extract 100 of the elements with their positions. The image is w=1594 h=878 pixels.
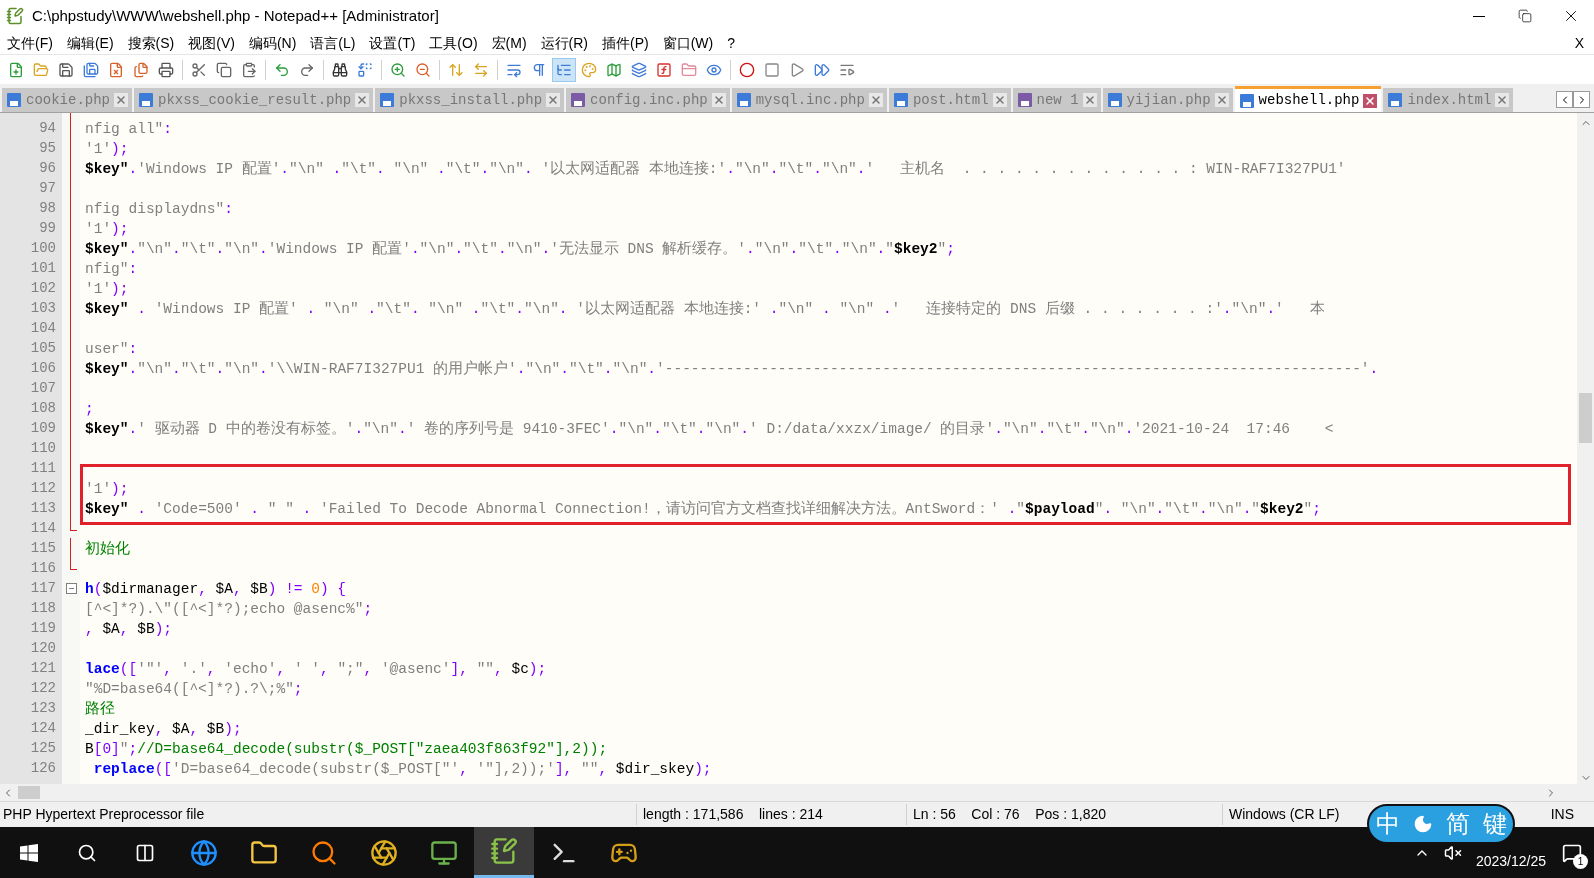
line-number: 115 bbox=[30, 539, 56, 558]
close-icon bbox=[1215, 94, 1228, 106]
tab-close-icon[interactable] bbox=[1363, 93, 1378, 108]
code-line: '1'); bbox=[85, 281, 129, 297]
code-line: ; bbox=[85, 401, 94, 417]
menu-item[interactable]: 窗口(W) bbox=[655, 32, 721, 54]
tab-close-icon[interactable] bbox=[355, 93, 370, 107]
tab-label: mysql.inc.php bbox=[755, 90, 865, 110]
tab-label: post.html bbox=[912, 90, 989, 110]
menu-item[interactable]: 文件(F) bbox=[0, 32, 60, 54]
line-number: 119 bbox=[30, 619, 56, 638]
line-number: 105 bbox=[30, 339, 56, 358]
tab-close-icon[interactable] bbox=[868, 93, 883, 107]
tab-close-icon[interactable] bbox=[546, 93, 561, 107]
taskbar-app[interactable] bbox=[474, 827, 534, 878]
line-number: 112 bbox=[30, 479, 56, 498]
menu-item[interactable]: 编辑(E) bbox=[59, 32, 121, 54]
tab-close-icon[interactable] bbox=[1214, 93, 1229, 107]
close-icon bbox=[547, 94, 560, 106]
fold-minus-icon[interactable] bbox=[65, 582, 77, 594]
open-folder-icon bbox=[33, 61, 49, 78]
code-line: _dir_key, $A, $B); bbox=[85, 721, 242, 737]
tab-label: webshell.php bbox=[1258, 91, 1360, 110]
menu-item[interactable]: 视图(V) bbox=[181, 32, 242, 54]
code-line: '1'); bbox=[85, 141, 129, 157]
code-line: '1'); bbox=[85, 481, 129, 497]
line-number: 113 bbox=[30, 499, 56, 518]
moon-icon[interactable] bbox=[1412, 814, 1433, 834]
tab-close-icon[interactable] bbox=[992, 93, 1007, 107]
line-number: 98 bbox=[39, 199, 56, 218]
tab-label: index.html bbox=[1407, 90, 1492, 110]
tab[interactable]: webshell.php bbox=[1234, 86, 1382, 112]
code-line: replace(['D=base64_decode(substr($_POST["', '"],2));'], "", $dir_skey); bbox=[92, 761, 712, 777]
speaker-muted-icon[interactable] bbox=[1443, 843, 1462, 862]
tab-label: cookie.php bbox=[26, 90, 110, 110]
tab-scroll-left[interactable] bbox=[1556, 91, 1573, 108]
scrollbar-thumb[interactable] bbox=[1579, 393, 1592, 443]
line-number: 109 bbox=[30, 419, 56, 438]
zoom-out-icon bbox=[415, 61, 431, 78]
tab-label: config.inc.php bbox=[590, 90, 708, 110]
notepad-icon bbox=[490, 837, 518, 865]
tab-label: pkxss_install.php bbox=[399, 90, 543, 110]
taskbar-date[interactable]: 2023/12/25 bbox=[1475, 851, 1546, 872]
notification-icon bbox=[1562, 842, 1582, 863]
close-icon bbox=[1083, 94, 1096, 106]
code-line: h($dirmanager, $A, $B) != 0) { bbox=[85, 581, 347, 597]
line-number: 102 bbox=[30, 279, 56, 298]
window-title: C:\phpstudy\WWW\webshell.php - Notepad++ [Administrator] bbox=[32, 5, 439, 26]
tab-scroll-right[interactable] bbox=[1573, 91, 1590, 108]
vertical-scrollbar[interactable] bbox=[1577, 113, 1594, 801]
menu-item[interactable]: 运行(R) bbox=[533, 32, 595, 54]
menu-item[interactable]: 工具(O) bbox=[422, 32, 485, 54]
code-line: $key".' 驱动器 D 中的卷没有标签。'."\n".' 卷的序列号是 9410-3FEC'."\n"."\t"."\n".' D:/data/xxzx/image/ 的目录'."\n"."\t"."\n".'2021-10-24 17:46 < bbox=[85, 421, 1334, 437]
line-number: 103 bbox=[30, 299, 56, 318]
notification-count: 1 bbox=[1573, 853, 1588, 869]
menu-item[interactable]: 插件(P) bbox=[595, 32, 656, 54]
line-number: 111 bbox=[30, 459, 56, 478]
menu-item[interactable]: ? bbox=[720, 32, 743, 54]
line-number: 110 bbox=[30, 439, 56, 458]
menu-item[interactable]: 语言(L) bbox=[303, 32, 363, 54]
line-number: 100 bbox=[30, 239, 56, 258]
code-line: , $A, $B); bbox=[85, 621, 173, 637]
map-icon bbox=[606, 61, 622, 78]
line-number: 120 bbox=[30, 639, 56, 658]
tab-close-icon[interactable] bbox=[711, 93, 726, 107]
line-number: 122 bbox=[30, 679, 56, 698]
line-number: 108 bbox=[30, 399, 56, 418]
new-file-icon bbox=[8, 61, 24, 78]
tab-close-icon[interactable] bbox=[1495, 93, 1510, 107]
menu-item[interactable]: 宏(M) bbox=[484, 32, 534, 54]
tab-close-icon[interactable] bbox=[1082, 93, 1097, 107]
code-line: "%D=base64([^<]*?).?\;%"; bbox=[85, 681, 303, 697]
tab-close-icon[interactable] bbox=[114, 93, 128, 107]
code-line: $key" . 'Code=500' . " " . 'Failed To Decode Abnormal Connection!，请访问官方文档查找详细解决方法。AntSword：' ."$payload". "\n"."\t"."\n"."$key2"; bbox=[85, 501, 1321, 517]
line-number: 124 bbox=[30, 719, 56, 738]
line-number: 95 bbox=[39, 139, 56, 158]
paste-icon bbox=[241, 61, 257, 78]
tab-label: new 1 bbox=[1036, 90, 1079, 110]
close-icon bbox=[356, 94, 369, 106]
status-file-type: PHP Hypertext Preprocessor file bbox=[2, 805, 206, 824]
horizontal-scrollbar[interactable] bbox=[0, 784, 1577, 801]
line-number: 106 bbox=[30, 359, 56, 378]
close-icon bbox=[1364, 94, 1377, 107]
status-position: Ln : 56 Col : 76 Pos : 1,820 bbox=[906, 804, 1222, 825]
menu-item[interactable]: 编码(N) bbox=[241, 32, 304, 54]
menu-item[interactable]: 搜索(S) bbox=[120, 32, 182, 54]
line-number: 118 bbox=[30, 599, 56, 618]
notepad-icon bbox=[6, 7, 24, 25]
menu-item[interactable]: 设置(T) bbox=[362, 32, 423, 54]
line-number: 126 bbox=[30, 759, 56, 778]
line-number: 117 bbox=[30, 579, 56, 598]
close-document-button[interactable]: X bbox=[1574, 32, 1584, 54]
code-line: B[0]";//D=base64_decode(substr($_POST["zaea403f863f92"],2)); bbox=[85, 741, 608, 757]
status-eol: Windows (CR LF) bbox=[1222, 804, 1362, 825]
code-line: $key"."\n"."\t"."\n".'Windows IP 配置'."\n"."\t"."\n".'无法显示 DNS 解析缓存。'."\n"."\t"."\n"."$key2"; bbox=[85, 241, 955, 257]
close-icon bbox=[993, 94, 1006, 106]
line-number: 101 bbox=[30, 259, 56, 278]
close-icon bbox=[1496, 94, 1509, 106]
line-number: 116 bbox=[30, 559, 56, 578]
scrollbar-thumb[interactable] bbox=[18, 786, 40, 799]
